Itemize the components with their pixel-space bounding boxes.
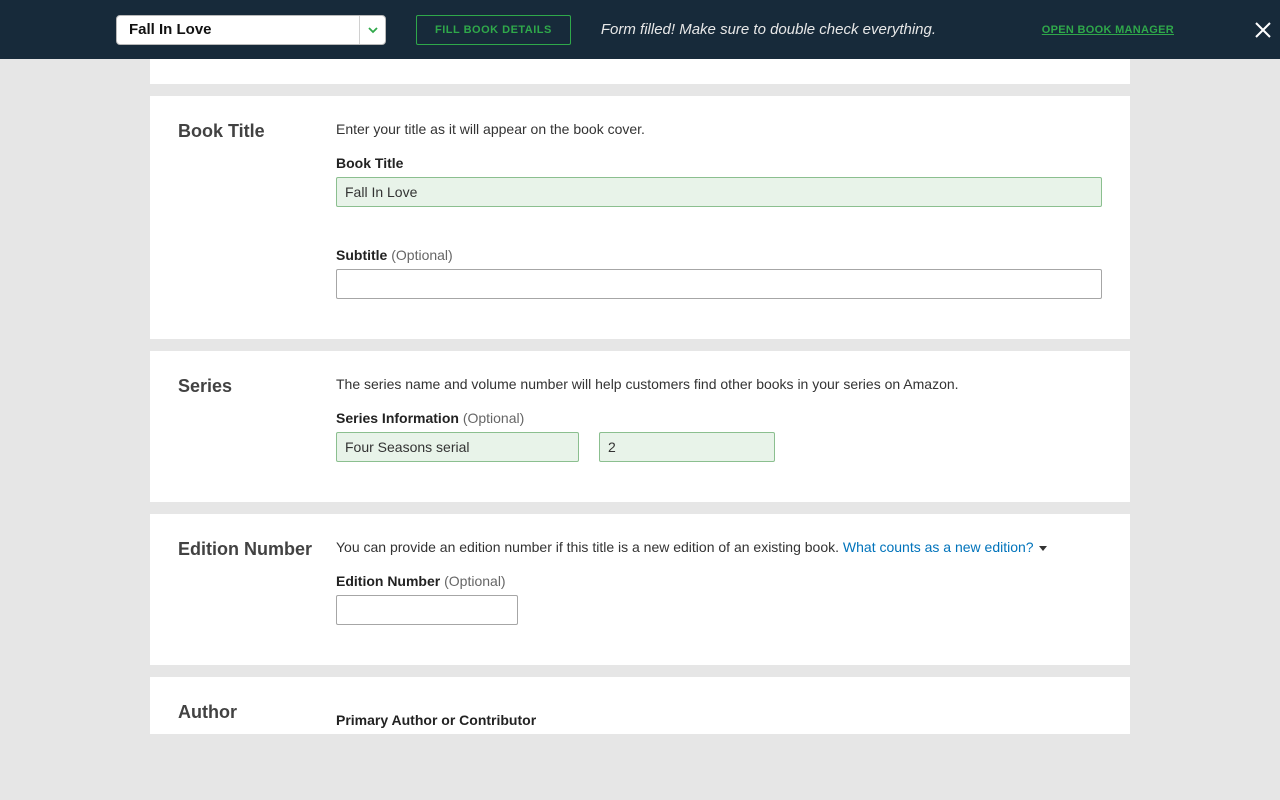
book-select-dropdown[interactable]: Fall In Love	[116, 15, 386, 45]
caret-down-icon	[1039, 546, 1047, 551]
chevron-down-icon	[359, 16, 385, 44]
edition-number-label: Edition Number (Optional)	[336, 573, 1102, 589]
series-info-label-text: Series Information	[336, 410, 459, 426]
subtitle-input[interactable]	[336, 269, 1102, 299]
section-heading-edition: Edition Number	[178, 539, 336, 560]
series-name-input[interactable]	[336, 432, 579, 462]
status-message: Form filled! Make sure to double check e…	[601, 21, 936, 38]
close-icon[interactable]	[1252, 19, 1274, 41]
series-number-input[interactable]	[599, 432, 775, 462]
section-heading-book-title: Book Title	[178, 121, 336, 142]
series-description: The series name and volume number will h…	[336, 376, 1102, 392]
section-edition-number: Edition Number You can provide an editio…	[150, 514, 1130, 665]
subtitle-label-text: Subtitle	[336, 247, 387, 263]
section-series: Series The series name and volume number…	[150, 351, 1130, 502]
fill-book-details-button[interactable]: FILL BOOK DETAILS	[416, 15, 571, 45]
subtitle-label: Subtitle (Optional)	[336, 247, 1102, 263]
book-title-input[interactable]	[336, 177, 1102, 207]
book-title-description: Enter your title as it will appear on th…	[336, 121, 1102, 137]
open-book-manager-link[interactable]: OPEN BOOK MANAGER	[1042, 24, 1174, 36]
previous-card-slice	[150, 59, 1130, 84]
edition-optional-text: (Optional)	[444, 573, 505, 589]
edition-description: You can provide an edition number if thi…	[336, 539, 1102, 555]
new-edition-help-link[interactable]: What counts as a new edition?	[843, 539, 1034, 555]
series-info-label: Series Information (Optional)	[336, 410, 1102, 426]
top-toolbar: Fall In Love FILL BOOK DETAILS Form fill…	[0, 0, 1280, 59]
edition-number-input[interactable]	[336, 595, 518, 625]
primary-author-label: Primary Author or Contributor	[336, 712, 1102, 728]
section-heading-series: Series	[178, 376, 336, 397]
edition-label-text: Edition Number	[336, 573, 440, 589]
book-select-value: Fall In Love	[117, 16, 359, 44]
section-heading-author: Author	[178, 702, 336, 723]
section-author: Author Primary Author or Contributor	[150, 677, 1130, 734]
edition-desc-text: You can provide an edition number if thi…	[336, 539, 843, 555]
series-info-optional-text: (Optional)	[463, 410, 524, 426]
book-title-label: Book Title	[336, 155, 1102, 171]
page-body: Book Title Enter your title as it will a…	[0, 59, 1280, 734]
section-book-title: Book Title Enter your title as it will a…	[150, 96, 1130, 339]
subtitle-optional-text: (Optional)	[391, 247, 452, 263]
